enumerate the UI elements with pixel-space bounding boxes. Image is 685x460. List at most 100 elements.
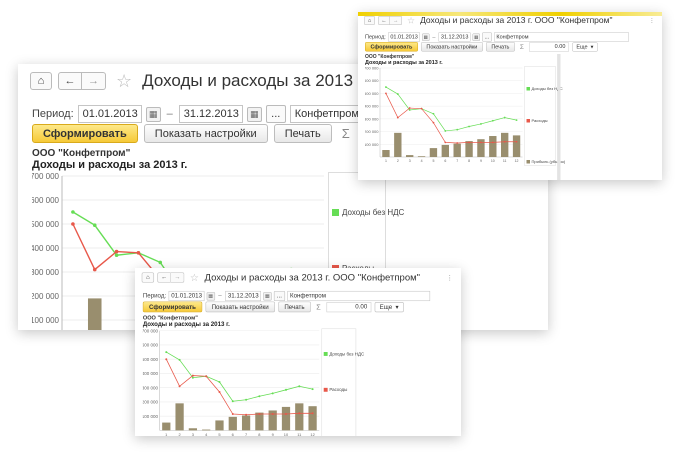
chart-container: 700 000 600 000 500 000 400 000 300 000 200 0… <box>364 66 565 171</box>
more-label: Еще <box>379 303 393 311</box>
more-button[interactable]: Еще▾ <box>374 301 404 312</box>
window-titlebar: ⌂ ← → ☆ Доходы и расходы за 2013 г. ООО … <box>135 268 461 287</box>
window-menu-button[interactable]: ⋮ <box>446 274 453 282</box>
print-button[interactable]: Печать <box>273 124 332 143</box>
home-button[interactable]: ⌂ <box>30 72 52 90</box>
generate-button[interactable]: Сформировать <box>365 42 418 52</box>
period-label: Период: <box>365 34 386 40</box>
back-button[interactable]: ← <box>378 16 390 25</box>
window-title: Доходы и расходы за 2013 г. ООО "Конфетп… <box>204 271 421 283</box>
x-tick-label: 8 <box>258 432 260 436</box>
y-tick-label: 700 000 <box>143 328 159 333</box>
home-button[interactable]: ⌂ <box>141 272 155 283</box>
profit-bar <box>175 403 184 431</box>
forward-button[interactable]: → <box>170 272 185 283</box>
show-settings-button[interactable]: Показать настройки <box>205 301 275 313</box>
y-tick-label: 500 000 <box>32 220 60 229</box>
select-period-button[interactable]: ... <box>265 105 286 123</box>
report-title: Доходы и расходы за 2013 г. <box>32 159 188 171</box>
organization-input[interactable]: Конфетпром <box>493 32 629 42</box>
back-button[interactable]: ← <box>157 272 171 283</box>
calendar-icon[interactable]: ▦ <box>472 33 480 41</box>
expense-point <box>385 92 387 95</box>
star-icon[interactable]: ☆ <box>407 15 415 26</box>
home-button[interactable]: ⌂ <box>364 16 375 25</box>
expense-point <box>245 413 248 416</box>
window-titlebar: ⌂ ← → ☆ Доходы и расходы за 2013 г. ООО … <box>358 12 662 29</box>
expense-point <box>468 141 470 144</box>
report-title: Доходы и расходы за 2013 г. <box>365 59 443 66</box>
income-point <box>114 253 119 257</box>
income-point <box>271 392 274 395</box>
more-button[interactable]: Еще▾ <box>571 42 598 52</box>
filter-bar: Период: 01.01.2013 ▦ – 31.12.2013 ▦ ... … <box>135 290 438 302</box>
y-tick-label: 300 000 <box>365 116 379 121</box>
income-point <box>298 385 301 388</box>
legend-swatch <box>332 209 339 216</box>
legend-label: Расходы <box>531 118 548 124</box>
calendar-icon[interactable]: ▦ <box>263 291 272 301</box>
calendar-icon[interactable]: ▦ <box>246 106 262 122</box>
legend-label: Расходы <box>329 387 348 393</box>
star-icon[interactable]: ☆ <box>190 272 199 284</box>
select-period-button[interactable]: ... <box>273 290 285 302</box>
profit-bar <box>228 416 237 431</box>
income-point <box>178 358 181 361</box>
print-button[interactable]: Печать <box>485 42 515 52</box>
profit-bar <box>215 420 224 431</box>
report-window-top-right: ⌂ ← → ☆ Доходы и расходы за 2013 г. ООО … <box>358 12 662 180</box>
forward-button[interactable]: → <box>82 72 106 90</box>
report-window-body: ⌂ ← → ☆ Доходы и расходы за 2013 г. ООО … <box>358 12 662 180</box>
x-tick-label: 7 <box>456 159 458 163</box>
expense-point <box>92 267 97 272</box>
filter-bar: Период: 01.01.2013 ▦ – 31.12.2013 ▦ ... … <box>358 32 636 42</box>
x-tick-label: 3 <box>409 159 411 163</box>
chevron-down-icon: ▾ <box>590 44 594 50</box>
generate-button[interactable]: Сформировать <box>32 124 138 143</box>
vertical-scrollbar[interactable] <box>557 54 561 180</box>
x-tick-label: 9 <box>272 432 274 436</box>
show-settings-button[interactable]: Показать настройки <box>420 42 483 52</box>
navigation-buttons: ← → <box>157 272 185 283</box>
x-tick-label: 7 <box>245 432 247 436</box>
date-to-input[interactable]: 31.12.2013 <box>178 105 243 123</box>
forward-button[interactable]: → <box>390 16 402 25</box>
date-from-input[interactable]: 01.01.2013 <box>77 105 142 123</box>
back-button[interactable]: ← <box>58 72 82 90</box>
arrow-left-icon: ← <box>381 17 387 24</box>
income-point <box>191 376 194 379</box>
income-point <box>311 388 314 391</box>
organization-input[interactable]: Конфетпром <box>287 290 430 302</box>
income-point <box>165 351 168 354</box>
legend-income: Доходы без НДС <box>323 351 365 357</box>
select-period-button[interactable]: ... <box>481 32 492 42</box>
arrow-right-icon: → <box>393 17 399 24</box>
x-tick-label: 4 <box>205 432 208 436</box>
profit-bar <box>188 428 198 431</box>
date-to-input[interactable]: 31.12.2013 <box>438 32 471 42</box>
calendar-icon[interactable]: ▦ <box>145 106 161 122</box>
print-button[interactable]: Печать <box>278 301 311 313</box>
date-from-input[interactable]: 01.01.2013 <box>168 290 205 302</box>
legend-label: Доходы без НДС <box>329 351 365 357</box>
calendar-icon[interactable]: ▦ <box>206 291 215 301</box>
expense-point <box>165 358 168 361</box>
star-icon[interactable]: ☆ <box>116 71 132 92</box>
income-expense-chart: 700 000 600 000 500 000 400 000 300 000 200 0… <box>142 328 320 436</box>
y-tick-label: 500 000 <box>143 357 159 362</box>
sum-icon: Σ <box>519 43 524 51</box>
profit-bar <box>241 415 251 431</box>
home-icon: ⌂ <box>146 274 150 281</box>
y-tick-label: 300 000 <box>32 268 60 277</box>
calendar-icon[interactable]: ▦ <box>421 33 430 41</box>
date-separator: – <box>166 108 173 120</box>
generate-button[interactable]: Сформировать <box>142 301 203 313</box>
window-menu-button[interactable]: ⋮ <box>649 17 655 24</box>
date-from-input[interactable]: 01.01.2013 <box>387 32 420 42</box>
x-tick-label: 3 <box>192 432 194 436</box>
show-settings-button[interactable]: Показать настройки <box>143 124 268 143</box>
y-tick-label: 300 000 <box>143 385 159 390</box>
x-tick-label: 6 <box>444 159 446 163</box>
chart-legend: Доходы без НДС Расходы <box>321 328 364 436</box>
date-to-input[interactable]: 31.12.2013 <box>225 290 261 302</box>
